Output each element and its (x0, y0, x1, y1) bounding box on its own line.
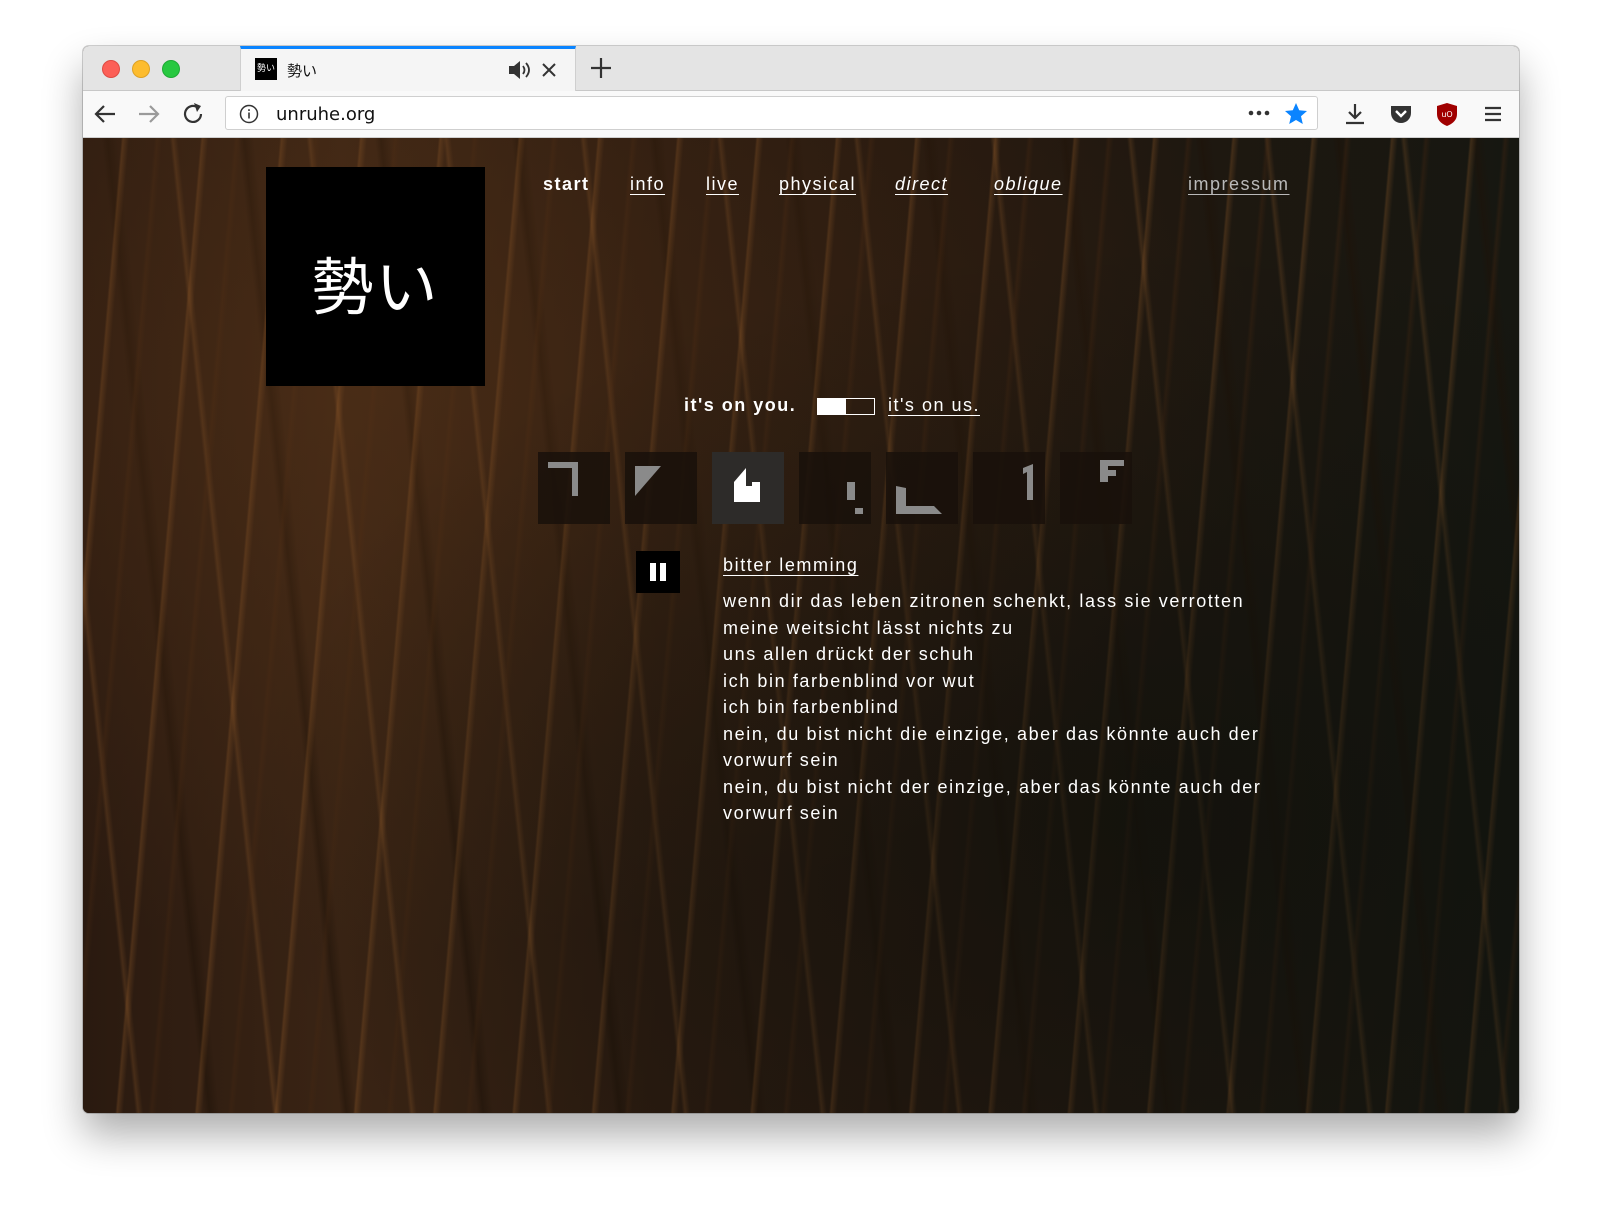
url-text[interactable]: unruhe.org (276, 104, 375, 125)
minimize-window-button[interactable] (132, 60, 150, 78)
download-icon[interactable] (1340, 99, 1370, 129)
nav-physical[interactable]: physical (779, 174, 856, 195)
ublock-shield-icon[interactable]: uO (1432, 99, 1462, 129)
forward-arrow-icon[interactable] (133, 98, 165, 130)
nav-info[interactable]: info (630, 174, 665, 195)
glyph-tile-7[interactable] (1060, 452, 1132, 524)
pause-button[interactable] (636, 551, 680, 593)
notch-glyph-icon (734, 468, 760, 502)
mode-toggle-row: it's on you. it's on us. (83, 395, 1519, 425)
navigation-toolbar: unruhe.org uO (83, 91, 1519, 138)
browser-window: 勢い 勢い unruhe.org uO 勢い start info live p… (83, 46, 1519, 1113)
maximize-window-button[interactable] (162, 60, 180, 78)
glyph-tile-5[interactable] (886, 452, 958, 524)
svg-text:uO: uO (1441, 110, 1452, 119)
corner-glyph-icon (548, 462, 578, 496)
web-page: 勢い start info live physical direct obliq… (83, 138, 1519, 1113)
back-arrow-icon[interactable] (89, 98, 121, 130)
close-window-button[interactable] (102, 60, 120, 78)
pause-icon (650, 563, 666, 581)
bookmark-star-icon[interactable] (1283, 101, 1309, 127)
lyric-line: ich bin farbenblind vor wut (723, 670, 976, 691)
hook-glyph-icon (847, 482, 863, 514)
site-info-icon[interactable] (239, 104, 259, 124)
speaker-icon[interactable] (506, 55, 532, 85)
lyrics-block: wenn dir das leben zitronen schenkt, las… (723, 588, 1333, 827)
new-tab-icon[interactable] (585, 51, 617, 85)
nav-live[interactable]: live (706, 174, 739, 195)
nav-direct[interactable]: direct (895, 174, 948, 195)
pocket-icon[interactable] (1386, 99, 1416, 129)
glyph-tile-2[interactable] (625, 452, 697, 524)
lyric-line: ich bin farbenblind (723, 697, 900, 717)
logo-text: 勢い (311, 251, 440, 324)
toggle-label-you: it's on you. (684, 395, 797, 415)
tab-title: 勢い (287, 62, 318, 80)
page-actions-icon[interactable] (1245, 102, 1273, 124)
glyph-tile-6[interactable] (973, 452, 1045, 524)
close-tab-icon[interactable] (536, 55, 562, 85)
triangle-glyph-icon (635, 466, 661, 496)
toggle-label-us[interactable]: it's on us. (888, 395, 980, 416)
tab-favicon: 勢い (255, 58, 277, 80)
tab-strip: 勢い 勢い (83, 46, 1519, 91)
lyric-line: wenn dir das leben zitronen schenkt, las… (723, 591, 1245, 611)
mode-toggle-switch[interactable] (817, 398, 875, 415)
lyric-line: nein, du bist nicht der einzige, aber da… (723, 776, 1262, 824)
nav-oblique[interactable]: oblique (994, 174, 1063, 195)
flag-glyph-icon (1100, 460, 1124, 482)
active-tab[interactable]: 勢い 勢い (240, 46, 576, 91)
glyph-tile-4[interactable] (799, 452, 871, 524)
nav-impressum[interactable]: impressum (1188, 174, 1290, 195)
address-bar[interactable]: unruhe.org (225, 96, 1318, 130)
glyph-tile-1[interactable] (538, 452, 610, 524)
lyric-line: nein, du bist nicht die einzige, aber da… (723, 723, 1260, 771)
toggle-knob (818, 399, 846, 414)
hamburger-menu-icon[interactable] (1478, 99, 1508, 129)
reload-icon[interactable] (177, 98, 209, 130)
nav-start[interactable]: start (543, 174, 590, 195)
main-navigation: start info live physical direct oblique … (83, 174, 1519, 204)
track-title[interactable]: bitter lemming (723, 555, 858, 576)
lyric-line: meine weitsicht lässt nichts zu (723, 617, 1014, 638)
lyric-line: uns allen drückt der schuh (723, 644, 975, 664)
l-shape-glyph-icon (896, 486, 942, 514)
glyph-tile-3[interactable] (712, 452, 784, 524)
one-glyph-icon (1023, 464, 1033, 500)
